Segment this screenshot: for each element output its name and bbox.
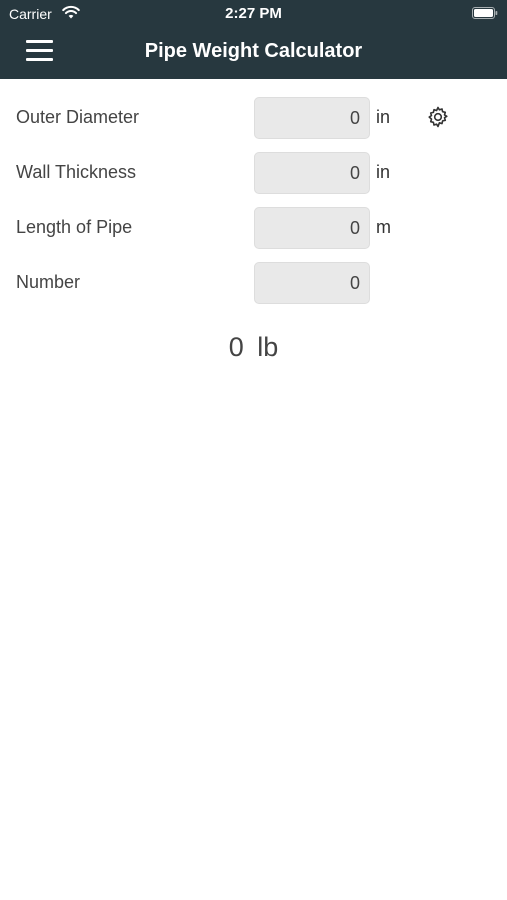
number-label: Number <box>16 272 81 292</box>
app-header: Carrier 2:27 PM Pipe Weight Calculator <box>0 0 507 79</box>
wall-thickness-row: Wall Thickness 0 in <box>0 152 507 194</box>
status-bar: Carrier 2:27 PM <box>0 0 507 28</box>
wall-thickness-unit: in <box>376 162 391 182</box>
result-value: 0 <box>228 332 244 362</box>
pipe-length-label: Length of Pipe <box>16 217 133 237</box>
wall-thickness-input[interactable]: 0 <box>254 152 370 194</box>
outer-diameter-label: Outer Diameter <box>16 107 140 127</box>
battery-icon <box>472 7 498 19</box>
status-time: 2:27 PM <box>225 5 282 22</box>
pipe-length-unit: m <box>376 217 391 237</box>
gear-icon[interactable] <box>426 105 450 129</box>
pipe-length-row: Length of Pipe 0 m <box>0 207 507 249</box>
result-unit: lb <box>257 332 279 362</box>
outer-diameter-input[interactable]: 0 <box>254 97 370 139</box>
outer-diameter-unit: in <box>376 107 391 127</box>
result-weight: 0 lb <box>0 332 507 363</box>
wall-thickness-label: Wall Thickness <box>16 162 137 182</box>
page-title: Pipe Weight Calculator <box>144 40 363 62</box>
pipe-length-input[interactable]: 0 <box>254 207 370 249</box>
number-input[interactable]: 0 <box>254 262 370 304</box>
number-row: Number 0 <box>0 262 507 304</box>
